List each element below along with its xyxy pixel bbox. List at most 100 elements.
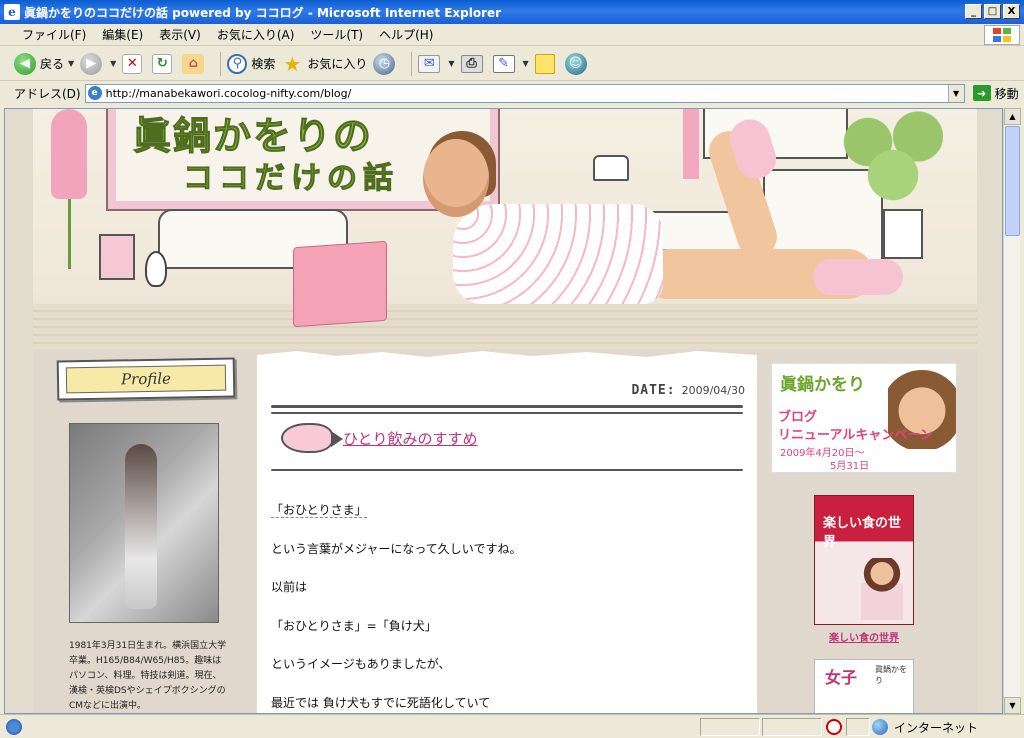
profile-heading-badge: Profile [56,357,236,401]
scroll-up-icon[interactable]: ▲ [1004,108,1021,125]
photo-sock [813,259,903,295]
book-cover-photo [861,558,903,620]
profile-photo[interactable] [69,423,219,623]
book2-title: 女子 [825,668,858,687]
security-zone: インターネット [872,718,978,736]
menu-bar: ファイル(F) 編集(E) 表示(V) お気に入り(A) ツール(T) ヘルプ(… [0,24,1024,46]
mail-button[interactable]: ✉ [418,54,444,73]
popup-blocker-icon[interactable] [826,719,842,735]
squid-image [125,444,157,609]
status-pane [762,718,822,736]
search-button[interactable]: ⚲ 検索 [227,53,276,74]
divider-line [271,412,743,414]
paper-edge [257,351,757,359]
stop-icon: ✕ [122,53,143,74]
print-button[interactable]: ⎙ [460,54,487,73]
favorites-button[interactable]: ★ お気に入り [281,51,367,76]
stop-button[interactable]: ✕ [122,53,146,74]
toolbar-separator [411,51,413,76]
floor-graphic [33,304,977,349]
discuss-button[interactable] [534,53,559,74]
address-label: アドレス(D) [14,86,81,101]
photo-shirt [453,204,663,304]
edit-dropdown-icon[interactable]: ▼ [523,59,529,68]
messenger-button[interactable]: ☺ [564,52,591,75]
curtain-illustration [683,109,699,179]
toolbar-separator [220,51,222,76]
refresh-button[interactable]: ↻ [152,53,176,74]
mannequin-stand [68,199,71,269]
maximize-button[interactable]: □ [984,4,1001,19]
book-cover-title: 楽しい食の世界 [823,516,902,550]
go-button[interactable]: ➜ 移動 [972,85,1019,102]
divider-line [271,469,743,471]
menu-favorites[interactable]: お気に入り(A) [209,26,303,43]
forward-arrow-icon: ▶ [80,52,103,75]
ie-icon: e [4,4,20,20]
blog-header-banner[interactable]: 眞鍋かをりの ココだけの話 [33,109,977,349]
window-controls: _ □ X [965,4,1020,19]
address-dropdown-icon[interactable]: ▼ [947,84,964,102]
scroll-down-icon[interactable]: ▼ [1004,697,1021,714]
book-cover[interactable]: 楽しい食の世界 [814,495,914,625]
entry-title-link[interactable]: ひとり飲みのすすめ [343,428,478,449]
blog-logo-line2: ココだけの話 [183,161,399,197]
menu-help[interactable]: ヘルプ(H) [371,26,441,43]
page-viewport: 眞鍋かをりの ココだけの話 Profile 1981年3月31日生まれ。横浜国立… [4,108,1003,714]
history-button[interactable]: ◷ [373,52,399,75]
plant-illustration [843,109,943,219]
book-cover-2[interactable]: 女子 眞鍋かをり [814,659,914,713]
entry-date-row: DATE: 2009/04/30 [631,383,745,398]
right-sidebar: 眞鍋かをり ブログ リニューアルキャンペーン 2009年4月20日〜 5月31日… [761,359,977,713]
divider-line [271,405,743,408]
campaign-banner[interactable]: 眞鍋かをり ブログ リニューアルキャンペーン 2009年4月20日〜 5月31日 [771,363,957,473]
toolbar: ◀ 戻る ▼ ▶ ▼ ✕ ↻ ⌂ ⚲ 検索 ★ お気に入り ◷ ✉ ▼ ⎙ ✎ … [0,47,1024,81]
mail-dropdown-icon[interactable]: ▼ [448,59,454,68]
messenger-icon: ☺ [564,52,587,75]
campaign-name: 眞鍋かをり [780,375,865,395]
status-pane [846,718,870,736]
campaign-line4: 5月31日 [830,461,870,472]
printer-icon: ⎙ [460,54,483,73]
entry-heading: ひとり飲みのすすめ [281,423,478,453]
campaign-line2: リニューアルキャンペーン [778,428,933,443]
search-label: 検索 [251,57,276,71]
back-arrow-icon: ◀ [14,52,36,75]
menu-file[interactable]: ファイル(F) [14,26,94,43]
globe-icon [872,719,888,735]
date-label: DATE: [631,383,676,398]
windows-logo-icon [984,25,1020,45]
address-input[interactable]: e http://manabekawori.cocolog-nifty.com/… [84,83,965,103]
menu-view[interactable]: 表示(V) [151,26,209,43]
back-button[interactable]: ◀ 戻る [14,52,64,75]
status-pane [700,718,760,736]
entry-paragraph: 「おひとりさま」=「負け犬」 [271,618,437,633]
minimize-button[interactable]: _ [965,4,982,19]
go-arrow-icon: ➜ [972,85,991,101]
vertical-scrollbar[interactable]: ▲ ▼ [1003,108,1021,714]
menu-tools[interactable]: ツール(T) [302,26,371,43]
profile-text: 1981年3月31日生まれ。横浜国立大学卒業。H165/B84/W65/H85。… [69,641,227,711]
entry-paragraph: 以前は [271,580,308,594]
home-button[interactable]: ⌂ [182,53,208,74]
star-icon: ★ [283,51,302,76]
menu-edit[interactable]: 編集(E) [94,26,151,43]
page-status-icon [6,718,22,735]
address-bar: アドレス(D) e http://manabekawori.cocolog-ni… [0,82,1024,104]
address-url[interactable]: http://manabekawori.cocolog-nifty.com/bl… [106,87,352,100]
close-button[interactable]: X [1003,4,1020,19]
forward-button[interactable]: ▶ [80,52,106,75]
campaign-line1: ブログ [778,410,818,425]
forward-dropdown-icon[interactable]: ▼ [110,59,116,68]
scroll-thumb[interactable] [1005,126,1020,236]
search-icon: ⚲ [227,53,248,74]
entry-date: 2009/04/30 [681,384,745,397]
book2-author: 眞鍋かをり [875,665,907,685]
back-dropdown-icon[interactable]: ▼ [68,59,74,68]
home-icon: ⌂ [182,53,205,74]
book-link[interactable]: 楽しい食の世界 [814,629,914,644]
zone-label: インターネット [894,720,979,735]
refresh-icon: ↻ [152,53,173,74]
edit-button[interactable]: ✎ [492,54,519,73]
history-icon: ◷ [373,52,396,75]
